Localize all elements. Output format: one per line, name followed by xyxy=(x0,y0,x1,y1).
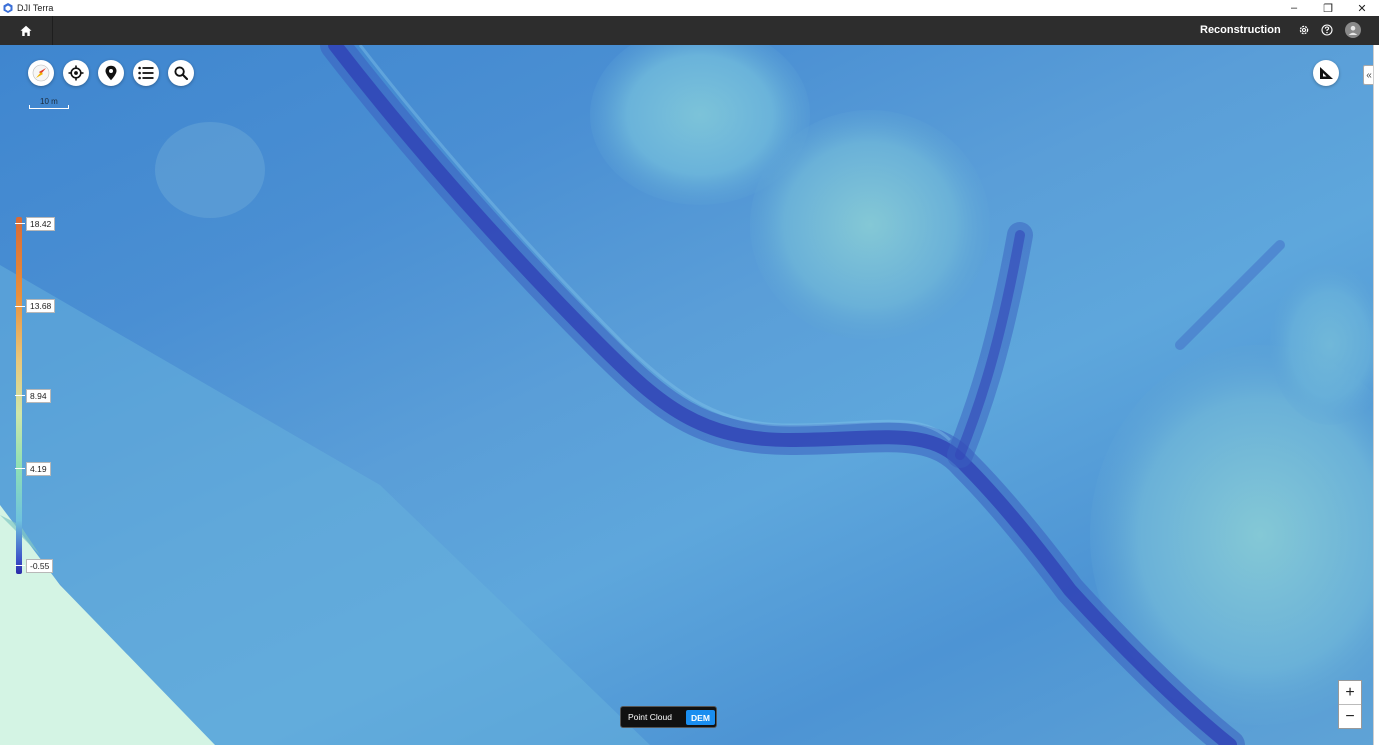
legend-label-min: -0.55 xyxy=(26,559,54,573)
right-panel-edge xyxy=(1373,45,1379,745)
top-navbar: Reconstruction xyxy=(0,16,1379,45)
minimize-button[interactable]: – xyxy=(1277,0,1311,16)
legend-tick xyxy=(15,395,25,396)
legend-label-max: 18.42 xyxy=(26,217,56,231)
close-button[interactable]: ✕ xyxy=(1345,0,1379,16)
view-mode-toggle: Point Cloud DEM xyxy=(620,706,717,728)
app-title: DJI Terra xyxy=(17,3,54,13)
zoom-out-button[interactable]: − xyxy=(1339,705,1361,728)
window-titlebar: DJI Terra – ❐ ✕ xyxy=(0,0,1379,16)
legend-tick xyxy=(15,565,25,566)
search-button[interactable] xyxy=(168,60,194,86)
user-button[interactable] xyxy=(1345,22,1361,38)
search-icon xyxy=(174,66,188,80)
legend-tick xyxy=(15,468,25,469)
scale-bar xyxy=(29,105,69,109)
point-cloud-option[interactable]: Point Cloud xyxy=(628,712,672,722)
dem-terrain xyxy=(0,45,1373,745)
zoom-in-button[interactable]: + xyxy=(1339,681,1361,704)
legend-label: 13.68 xyxy=(26,299,56,313)
legend-tick xyxy=(15,223,25,224)
settings-button[interactable] xyxy=(1297,23,1311,37)
list-icon xyxy=(138,66,154,80)
home-icon xyxy=(20,25,32,36)
zoom-control: + − xyxy=(1338,680,1362,729)
legend-label: 8.94 xyxy=(26,389,51,403)
restore-button[interactable]: ❐ xyxy=(1311,0,1345,16)
app-logo-icon xyxy=(3,3,13,13)
compass-button[interactable] xyxy=(28,60,54,86)
measure-icon xyxy=(1319,67,1333,79)
collapse-panel-button[interactable]: « xyxy=(1363,65,1373,85)
legend-tick xyxy=(15,306,25,307)
help-button[interactable] xyxy=(1320,23,1334,37)
gear-icon xyxy=(1299,25,1309,35)
dem-option[interactable]: DEM xyxy=(686,710,715,725)
home-button[interactable] xyxy=(0,16,53,45)
dem-map-viewport[interactable]: « 10 m 18.42 13.68 8.94 4.19 -0.55 Point… xyxy=(0,45,1373,745)
locate-icon xyxy=(68,65,84,81)
page-title: Reconstruction xyxy=(1200,24,1281,36)
pin-button[interactable] xyxy=(98,60,124,86)
legend-label: 4.19 xyxy=(26,462,51,476)
user-icon xyxy=(1348,25,1358,35)
locate-button[interactable] xyxy=(63,60,89,86)
list-button[interactable] xyxy=(133,60,159,86)
pin-icon xyxy=(105,65,117,81)
help-icon xyxy=(1321,24,1333,36)
compass-icon xyxy=(32,64,50,82)
measure-button[interactable] xyxy=(1313,60,1339,86)
